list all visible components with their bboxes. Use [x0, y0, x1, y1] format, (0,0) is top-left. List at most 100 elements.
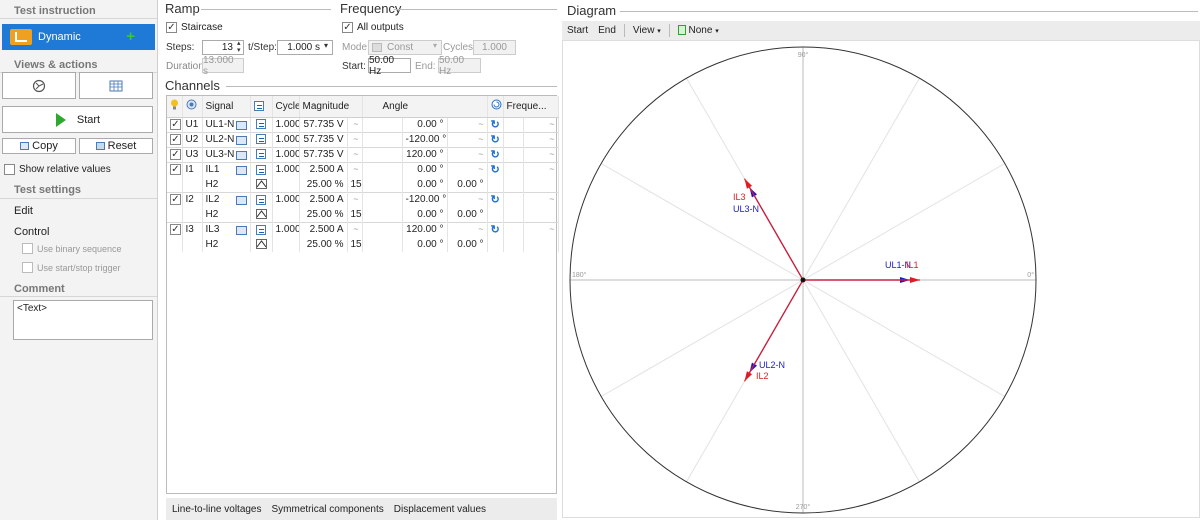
signal-type-cell[interactable]	[250, 116, 273, 132]
table-row[interactable]: ✓ U2 UL2-N 1.000 57.735 V ~ -120.00 ° ~ ↻ ~	[167, 131, 559, 147]
cycles-header[interactable]: Cycles	[272, 96, 300, 118]
waveform-icon[interactable]	[235, 121, 247, 130]
signal-cell[interactable]: IL3	[202, 221, 251, 237]
signal-cell[interactable]: UL2-N	[202, 131, 251, 147]
signal-type-cell[interactable]	[250, 131, 273, 147]
harmonic-cell[interactable]	[250, 237, 273, 252]
cycles-cell[interactable]	[272, 207, 300, 222]
magnitude-cell[interactable]: 25.00 %	[299, 207, 348, 222]
cycles-spinner[interactable]: 1.000	[473, 40, 516, 55]
comment-textarea[interactable]: <Text>	[13, 300, 153, 340]
waveform-icon[interactable]	[235, 151, 247, 160]
checkbox-box[interactable]: ✓	[170, 149, 181, 160]
magnitude-secondary-cell[interactable]: ~	[347, 191, 363, 207]
angle-cell[interactable]: 0.00 °	[402, 161, 448, 177]
table-row[interactable]: ✓ I2 IL2 1.000 2.500 A ~ -120.00 ° ~ ↻ ~	[167, 191, 559, 207]
magnitude-cell[interactable]: 2.500 A	[299, 221, 348, 237]
magnitude-secondary-cell[interactable]: ~	[347, 146, 363, 162]
use-binary-checkbox[interactable]: Use binary sequence	[22, 243, 122, 254]
signal-cell[interactable]: UL1-N	[202, 116, 251, 132]
signal-cell[interactable]: IL1	[202, 161, 251, 177]
chevron-down-icon[interactable]: ▾	[324, 41, 328, 50]
table-row[interactable]: ✓ U3 UL3-N 1.000 57.735 V ~120.00 ° ~ ↻ ~	[167, 146, 559, 162]
checkbox-box[interactable]: ✓	[170, 194, 181, 206]
table-row[interactable]: H2 25.00 %15.00 % 0.00 °0.00 °	[167, 177, 559, 192]
magnitude-secondary-cell[interactable]: ~	[347, 221, 363, 237]
angle-cell[interactable]: 120.00 °	[402, 221, 448, 237]
phasor-diagram[interactable]: 90° 180° 0° 270° UL1-N IL1 UL2-N IL2 UL3-N IL3	[562, 40, 1200, 518]
magnitude-secondary-cell[interactable]: 15.00 %	[347, 177, 363, 192]
add-icon[interactable]: +	[126, 28, 135, 45]
magnitude-cell[interactable]: 57.735 V	[299, 146, 348, 162]
signal-cell[interactable]: IL2	[202, 191, 251, 207]
bulb-icon[interactable]	[167, 96, 183, 118]
copy-button[interactable]: Copy	[2, 138, 76, 154]
signal-type-cell[interactable]	[250, 146, 273, 162]
angle-cell[interactable]: 0.00 °	[402, 177, 448, 192]
chevron-down-icon[interactable]: ▾	[433, 41, 437, 50]
magnitude-cell[interactable]: 25.00 %	[299, 237, 348, 252]
magnitude-cell[interactable]: 2.500 A	[299, 191, 348, 207]
checkbox-box[interactable]: ✓	[170, 134, 181, 145]
frequency-header[interactable]: Freque...	[503, 96, 559, 118]
checkbox-box[interactable]: ✓	[170, 224, 181, 236]
waveform-icon[interactable]	[235, 136, 247, 145]
angle-cell[interactable]: -120.00 °	[402, 131, 448, 147]
magnitude-cell[interactable]: 2.500 A	[299, 161, 348, 177]
rotate-cell[interactable]: ↻	[487, 191, 504, 207]
signal-type-cell[interactable]	[250, 221, 273, 237]
angle-secondary-cell[interactable]: ~	[447, 191, 488, 207]
use-trigger-checkbox[interactable]: Use start/stop trigger	[22, 262, 121, 273]
rotate-cell[interactable]: ↻	[487, 146, 504, 162]
frequency-cell[interactable]: ~	[523, 146, 559, 162]
staircase-checkbox[interactable]: ✓ Staircase	[166, 22, 223, 33]
spinner-arrows-icon[interactable]: ▴ ▾	[237, 40, 241, 54]
waveform-icon[interactable]	[235, 166, 247, 176]
cycles-cell[interactable]: 1.000	[272, 161, 300, 177]
angle-secondary-cell[interactable]: 0.00 °	[447, 207, 488, 222]
signal-type-cell[interactable]	[250, 161, 273, 177]
row-enable-checkbox[interactable]: ✓	[167, 191, 183, 207]
magnitude-secondary-cell[interactable]: ~	[347, 161, 363, 177]
cycles-cell[interactable]: 1.000	[272, 146, 300, 162]
signal-cell[interactable]: UL3-N	[202, 146, 251, 162]
angle-cell[interactable]: 120.00 °	[402, 146, 448, 162]
angle-secondary-cell[interactable]: 0.00 °	[447, 237, 488, 252]
frequency-cell[interactable]: ~	[523, 221, 559, 237]
waveform-icon[interactable]	[235, 196, 247, 206]
magnitude-secondary-cell[interactable]: ~	[347, 131, 363, 147]
rotate-cell[interactable]: ↻	[487, 116, 504, 132]
rotate-cell[interactable]: ↻	[487, 221, 504, 237]
magnitude-cell[interactable]: 25.00 %	[299, 177, 348, 192]
vector-view-button[interactable]	[2, 72, 76, 99]
angle-cell[interactable]: 0.00 °	[402, 207, 448, 222]
angle-header[interactable]: Angle	[362, 96, 488, 118]
signal-header[interactable]: Signal	[202, 96, 251, 118]
frequency-cell[interactable]: ~	[523, 191, 559, 207]
all-outputs-checkbox[interactable]: ✓ All outputs	[342, 22, 404, 33]
row-enable-checkbox[interactable]: ✓	[167, 221, 183, 237]
start-button[interactable]: Start	[2, 106, 153, 133]
angle-secondary-cell[interactable]: ~	[447, 146, 488, 162]
checkbox-box[interactable]: ✓	[342, 22, 353, 33]
checkbox-box[interactable]	[22, 262, 33, 273]
angle-secondary-cell[interactable]: ~	[447, 116, 488, 132]
checkbox-box[interactable]: ✓	[166, 22, 177, 33]
row-enable-checkbox[interactable]: ✓	[167, 116, 183, 132]
edit-link[interactable]: Edit	[14, 205, 33, 217]
table-row[interactable]: ✓ U1 UL1-N 1.000 57.735 V ~0.00 ° ~ ↻ ~	[167, 116, 559, 132]
table-view-button[interactable]	[79, 72, 153, 99]
magnitude-cell[interactable]: 57.735 V	[299, 131, 348, 147]
start-freq-field[interactable]: 50.00 Hz	[368, 55, 411, 77]
checkbox-box[interactable]	[22, 243, 33, 254]
tab-symmetrical[interactable]: Symmetrical components	[272, 504, 384, 515]
angle-cell[interactable]: -120.00 °	[402, 191, 448, 207]
end-marker-button[interactable]: End	[593, 25, 621, 36]
checkbox-box[interactable]	[4, 164, 15, 175]
magnitude-header[interactable]: Magnitude	[299, 96, 363, 118]
none-menu-button[interactable]: None ▾	[673, 25, 724, 36]
angle-secondary-cell[interactable]: ~	[447, 161, 488, 177]
tab-displacement[interactable]: Displacement values	[394, 504, 486, 515]
tab-line-to-line[interactable]: Line-to-line voltages	[172, 504, 262, 515]
show-relative-checkbox[interactable]: Show relative values	[4, 164, 111, 175]
